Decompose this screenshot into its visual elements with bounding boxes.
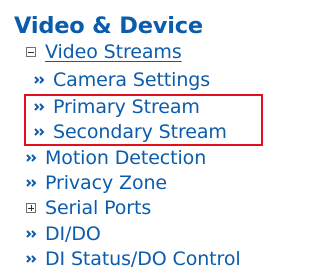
menu-item-di-status-do-control[interactable]: DI Status/DO Control — [26, 246, 241, 272]
double-arrow-icon — [26, 179, 37, 187]
menu-item-privacy-zone-label[interactable]: Privacy Zone — [45, 171, 167, 195]
double-arrow-icon — [34, 103, 45, 111]
menu-item-camera-settings[interactable]: Camera Settings — [34, 67, 210, 93]
double-arrow-icon — [34, 76, 45, 84]
double-arrow-icon — [26, 154, 37, 162]
menu-item-primary-stream-label[interactable]: Primary Stream — [53, 95, 200, 119]
menu-item-primary-stream[interactable]: Primary Stream — [34, 94, 200, 120]
menu-item-camera-settings-label[interactable]: Camera Settings — [53, 68, 210, 92]
menu-item-serial-ports[interactable]: Serial Ports — [26, 195, 151, 221]
menu-item-motion-detection[interactable]: Motion Detection — [26, 145, 206, 171]
double-arrow-icon — [26, 255, 37, 263]
menu-item-serial-ports-label[interactable]: Serial Ports — [45, 196, 151, 220]
menu-item-secondary-stream[interactable]: Secondary Stream — [34, 119, 227, 145]
expand-plus-icon[interactable] — [26, 203, 36, 213]
menu-item-di-do-label[interactable]: DI/DO — [45, 222, 101, 246]
section-title: Video & Device — [14, 13, 203, 39]
menu-item-video-streams[interactable]: Video Streams — [26, 39, 182, 65]
menu-item-privacy-zone[interactable]: Privacy Zone — [26, 170, 167, 196]
menu-item-motion-detection-label[interactable]: Motion Detection — [45, 146, 206, 170]
menu-item-di-do[interactable]: DI/DO — [26, 221, 101, 247]
double-arrow-icon — [34, 128, 45, 136]
collapse-minus-icon[interactable] — [26, 47, 36, 57]
menu-item-di-status-do-control-label[interactable]: DI Status/DO Control — [45, 247, 241, 271]
menu-item-video-streams-label[interactable]: Video Streams — [45, 40, 182, 64]
double-arrow-icon — [26, 230, 37, 238]
menu-item-secondary-stream-label[interactable]: Secondary Stream — [53, 120, 227, 144]
